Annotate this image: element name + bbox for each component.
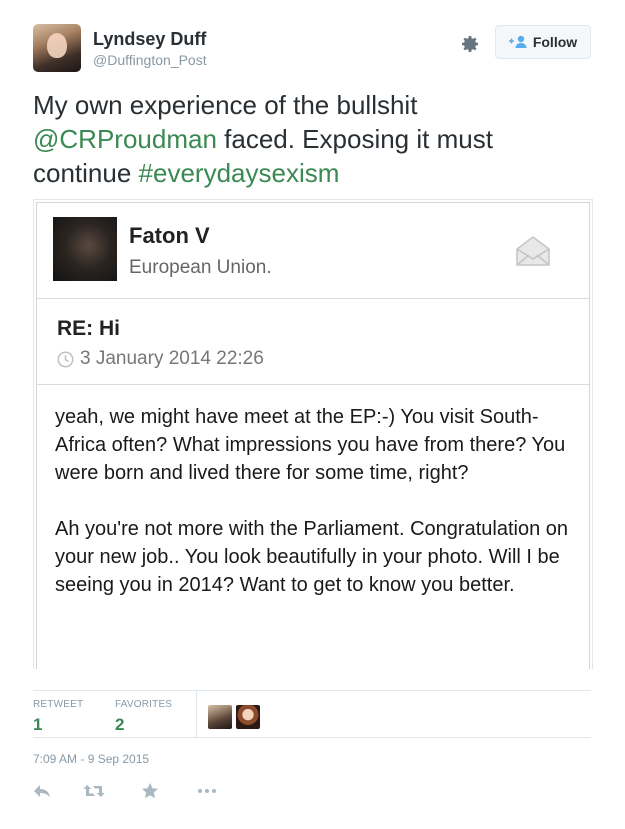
email-date: 3 January 2014 22:26 [80,348,264,369]
more-options-icon[interactable] [197,782,217,800]
email-screenshot: Faton V European Union. RE: Hi 3 January… [36,202,590,669]
retweet-label: RETWEET [33,699,84,710]
tweet-text-start: My own experience of the bullshit [33,90,418,120]
attached-image[interactable]: Faton V European Union. RE: Hi 3 January… [33,199,593,669]
clock-icon [57,351,74,367]
tweet-header: Lyndsey Duff @Duffington_Post Follow [33,24,593,74]
gear-icon[interactable] [460,34,480,54]
favorite-star-icon[interactable] [141,782,159,800]
author-avatar[interactable] [33,24,81,72]
favorited-by-avatars [208,705,260,729]
favorites-label: FAVORITES [115,699,173,710]
tweet-datetime[interactable]: 7:09 AM - 9 Sep 2015 [33,752,149,766]
mention-link[interactable]: @CRProudman [33,124,217,154]
favorites-count: 2 [115,715,125,734]
favoriter-avatar[interactable] [208,705,232,729]
email-subject: RE: Hi [57,317,120,340]
email-timestamp: 3 January 2014 22:26 [57,348,264,370]
sender-name: Faton V [129,223,210,248]
subject-row: RE: Hi 3 January 2014 22:26 [37,299,589,385]
retweet-stat[interactable]: RETWEET 1 [33,699,83,735]
author-handle[interactable]: @Duffington_Post [93,52,207,68]
tweet-stats: RETWEET 1 FAVORITES 2 [33,690,591,738]
add-user-icon [508,35,527,48]
retweet-count: 1 [33,715,43,734]
follow-button[interactable]: Follow [495,25,591,59]
hashtag-link[interactable]: #everydaysexism [139,158,340,188]
favoriter-avatar[interactable] [236,705,260,729]
stats-divider [196,691,197,737]
sender-row: Faton V European Union. [37,203,589,299]
email-body: yeah, we might have meet at the EP:-) Yo… [55,406,568,596]
reply-icon[interactable] [33,782,51,800]
sender-org: European Union. [129,257,272,278]
tweet-text: My own experience of the bullshit @CRPro… [33,88,593,190]
favorites-stat[interactable]: FAVORITES 2 [115,699,172,735]
sender-avatar [53,217,117,281]
retweet-icon[interactable] [83,782,105,800]
follow-label: Follow [532,34,578,50]
author-name[interactable]: Lyndsey Duff [93,29,206,50]
card-fade [37,655,589,669]
envelope-open-icon [516,236,550,266]
